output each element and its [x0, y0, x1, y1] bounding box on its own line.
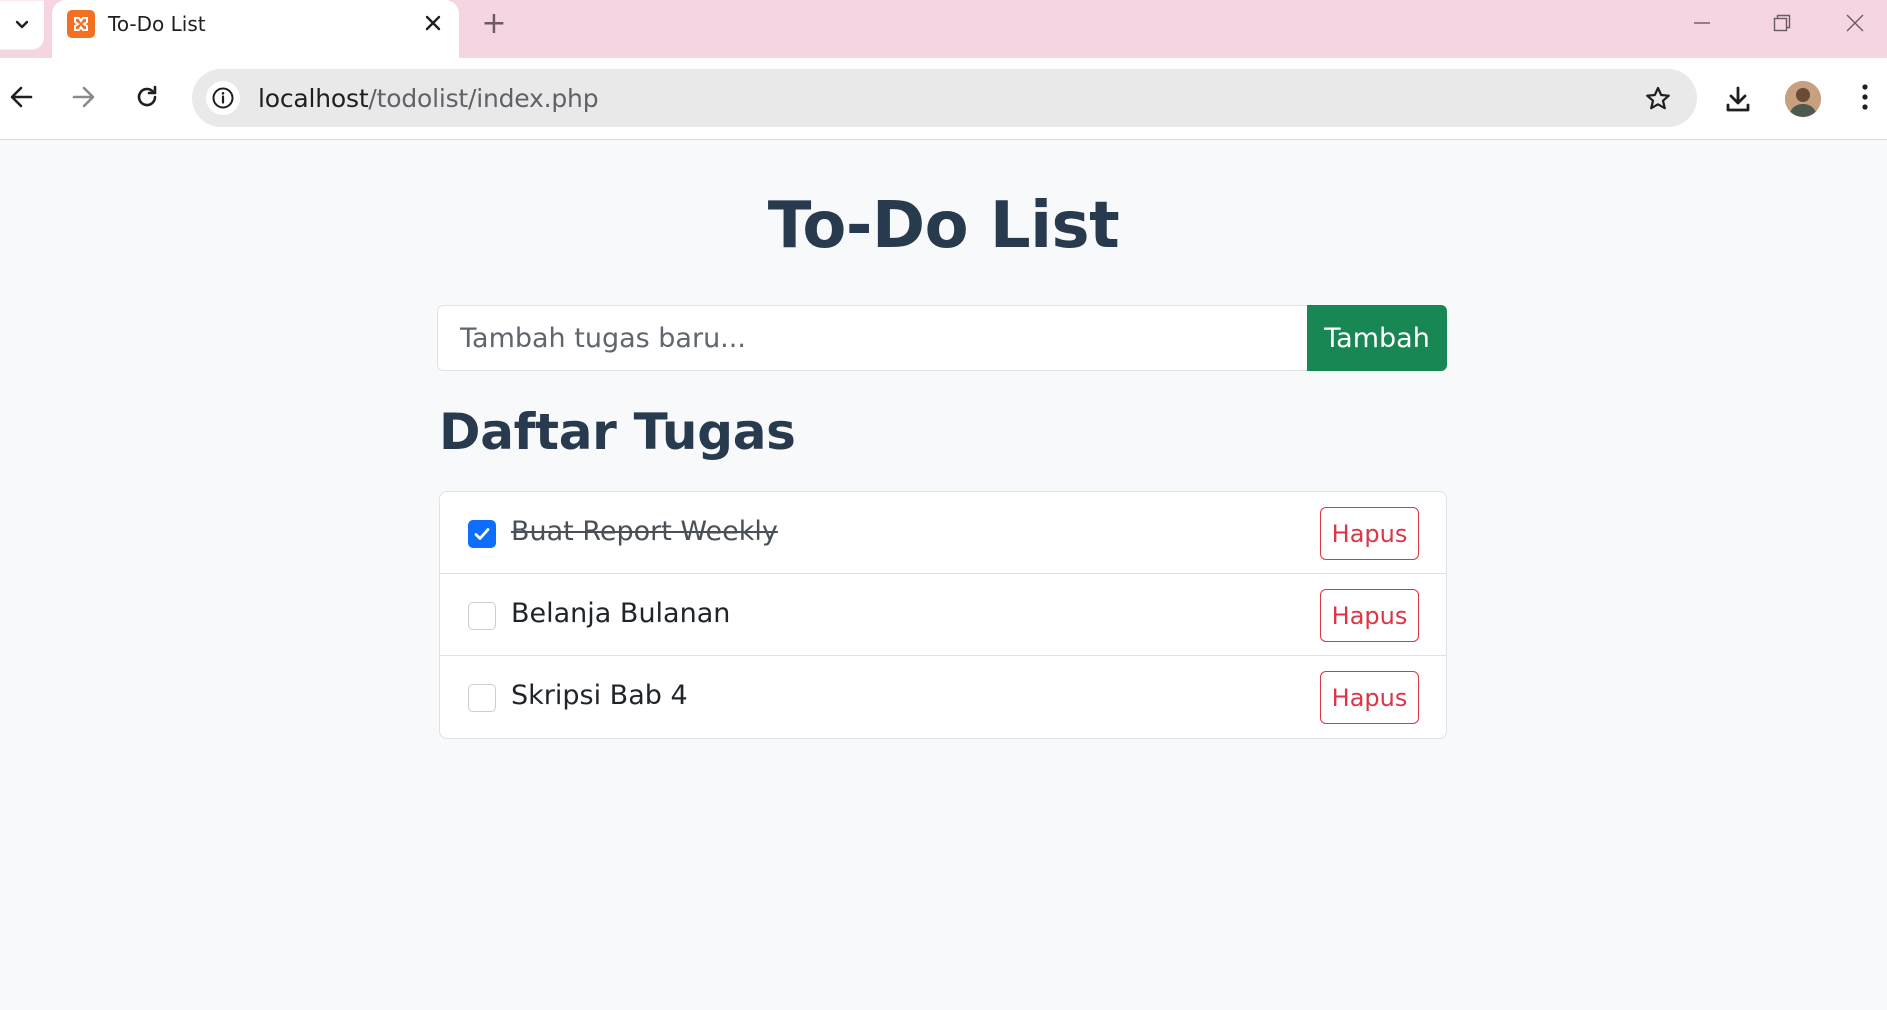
kebab-menu-icon[interactable]: [1843, 75, 1887, 119]
task-list: Buat Report Weekly Hapus Belanja Bulanan…: [439, 491, 1447, 739]
window-close-icon[interactable]: [1822, 0, 1887, 46]
task-text: Buat Report Weekly: [511, 516, 778, 547]
task-list-heading: Daftar Tugas: [439, 403, 796, 461]
forward-button[interactable]: [61, 75, 105, 119]
reload-icon: [137, 85, 157, 107]
xampp-icon: [67, 10, 95, 38]
task-checkbox[interactable]: [468, 684, 496, 712]
reload-button[interactable]: [125, 75, 169, 119]
page-title: To-Do List: [767, 189, 1120, 263]
url-text: localhost/todolist/index.php: [258, 84, 599, 113]
delete-task-button[interactable]: Hapus: [1320, 671, 1419, 724]
url-path: /todolist/index.php: [368, 84, 599, 113]
delete-task-button[interactable]: Hapus: [1320, 507, 1419, 560]
tab-strip: To-Do List +: [0, 0, 1887, 58]
avatar[interactable]: [1785, 81, 1821, 117]
add-task-button[interactable]: Tambah: [1307, 305, 1447, 371]
add-task-form: Tambah: [437, 305, 1447, 371]
address-bar[interactable]: localhost/todolist/index.php: [192, 69, 1697, 127]
minimize-icon[interactable]: [1662, 0, 1742, 46]
chevron-down-icon: [15, 20, 29, 29]
tab-title: To-Do List: [108, 12, 206, 36]
arrow-left-icon: [10, 86, 33, 108]
active-tab[interactable]: To-Do List: [52, 0, 459, 58]
task-checkbox[interactable]: [468, 520, 496, 548]
back-button[interactable]: [0, 75, 44, 119]
page-content: To-Do List Tambah Daftar Tugas Buat Repo…: [0, 141, 1887, 1010]
url-host: localhost: [258, 84, 369, 113]
restore-icon[interactable]: [1742, 0, 1822, 46]
info-icon[interactable]: [206, 81, 240, 115]
close-icon[interactable]: [418, 8, 448, 38]
checkmark-icon: [474, 528, 490, 540]
new-tab-button[interactable]: +: [476, 5, 512, 41]
task-item: Buat Report Weekly Hapus: [440, 492, 1446, 574]
task-checkbox[interactable]: [468, 602, 496, 630]
star-icon[interactable]: [1641, 82, 1675, 116]
browser-toolbar: localhost/todolist/index.php: [0, 58, 1887, 140]
task-item: Skripsi Bab 4 Hapus: [440, 656, 1446, 738]
task-item: Belanja Bulanan Hapus: [440, 574, 1446, 656]
task-text: Belanja Bulanan: [511, 598, 731, 629]
new-task-input[interactable]: [437, 305, 1307, 371]
tab-search-button[interactable]: [0, 0, 44, 50]
delete-task-button[interactable]: Hapus: [1320, 589, 1419, 642]
download-icon[interactable]: [1716, 77, 1760, 121]
arrow-right-icon: [72, 86, 95, 108]
task-text: Skripsi Bab 4: [511, 680, 688, 711]
